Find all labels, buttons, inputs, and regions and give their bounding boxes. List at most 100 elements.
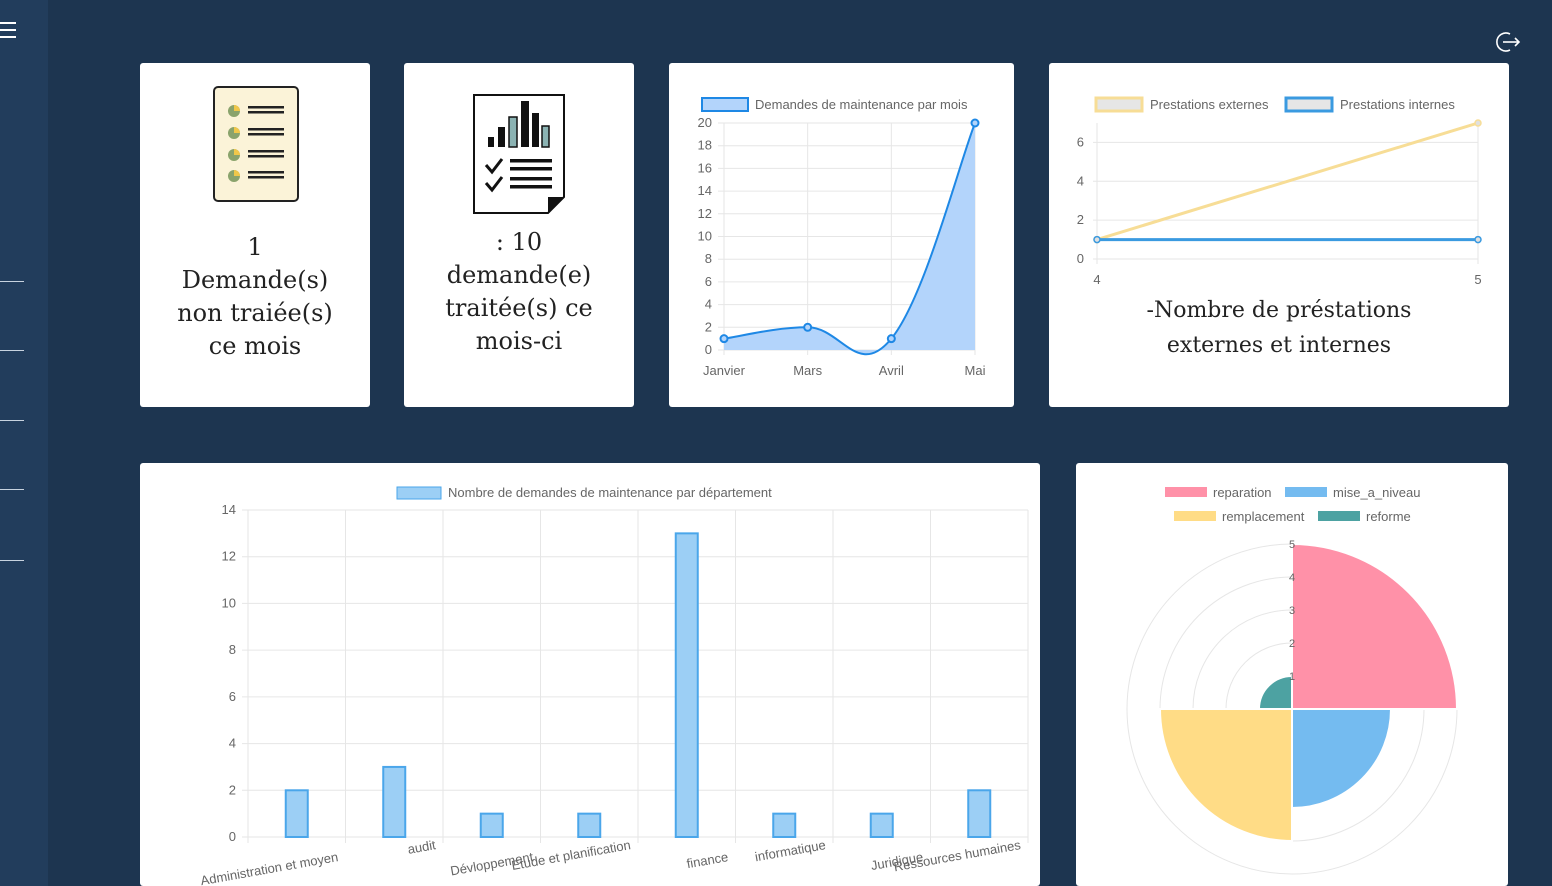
x-tick-label: Administration et moyen bbox=[199, 849, 339, 886]
intervention-types-chart: 1 2 3 4 5 reparation mise_a_niveau remplacement… bbox=[1126, 485, 1459, 875]
legend-label: reparation bbox=[1213, 485, 1272, 500]
x-tick-label: Etude et planification bbox=[510, 837, 631, 873]
x-tick-label: Janvier bbox=[703, 363, 746, 378]
y-tick-label: 6 bbox=[705, 274, 712, 289]
legend-label: Prestations internes bbox=[1340, 97, 1455, 112]
legend-swatch bbox=[1318, 511, 1360, 521]
legend-swatch bbox=[701, 97, 749, 112]
y-tick-label: 0 bbox=[1077, 251, 1084, 266]
legend-label: Nombre de demandes de maintenance par dé… bbox=[448, 485, 772, 500]
r-tick-label: 2 bbox=[1289, 638, 1295, 650]
r-tick-label: 4 bbox=[1289, 572, 1295, 584]
y-tick-label: 14 bbox=[698, 183, 712, 198]
x-tick-label: Avril bbox=[879, 363, 904, 378]
treated-label-2: traitée(s) ce bbox=[445, 294, 593, 322]
y-tick-label: 18 bbox=[698, 138, 712, 153]
legend-label: remplacement bbox=[1222, 509, 1305, 524]
x-tick-label: Ressources humaines bbox=[892, 837, 1022, 874]
department-requests-chart-card: 0 2 4 6 8 10 12 14 Administration et moyen audit D… bbox=[140, 463, 1040, 886]
intervention-types-chart-card: 1 2 3 4 5 reparation mise_a_niveau remplacement… bbox=[1076, 463, 1508, 886]
prestations-caption-2: externes et internes bbox=[1166, 333, 1392, 358]
legend-label: Prestations externes bbox=[1150, 97, 1269, 112]
bar bbox=[674, 532, 699, 838]
sidebar-item-5[interactable] bbox=[0, 560, 24, 561]
y-tick-label: 2 bbox=[1077, 212, 1084, 227]
treated-count: : 10 bbox=[495, 228, 543, 256]
checklist-document-icon bbox=[213, 86, 299, 202]
logout-icon[interactable] bbox=[1495, 29, 1521, 55]
legend-label: reforme bbox=[1366, 509, 1411, 524]
y-tick-label: 6 bbox=[229, 689, 236, 704]
sidebar-item-4[interactable] bbox=[0, 489, 24, 490]
r-tick-label: 3 bbox=[1289, 605, 1295, 617]
legend-label: mise_a_niveau bbox=[1333, 485, 1420, 500]
bar bbox=[382, 765, 407, 838]
bar bbox=[284, 789, 309, 838]
y-tick-label: 8 bbox=[229, 642, 236, 657]
polar-segment bbox=[1158, 708, 1293, 843]
untreated-count: 1 bbox=[247, 233, 263, 261]
untreated-label-2: non traiée(s) bbox=[177, 299, 333, 327]
legend-swatch bbox=[1285, 487, 1327, 497]
legend-label: Demandes de maintenance par mois bbox=[755, 97, 968, 112]
polar-segment bbox=[1257, 674, 1293, 710]
legend-swatch bbox=[396, 486, 442, 500]
y-tick-label: 4 bbox=[229, 736, 236, 751]
data-point bbox=[970, 118, 980, 128]
data-point bbox=[803, 322, 813, 332]
legend-swatch bbox=[1165, 487, 1207, 497]
treated-label-3: mois-ci bbox=[475, 327, 563, 355]
y-tick-label: 0 bbox=[229, 829, 236, 844]
y-tick-label: 2 bbox=[705, 319, 712, 334]
data-point bbox=[886, 334, 896, 344]
y-tick-label: 4 bbox=[705, 297, 712, 312]
x-tick-label: 4 bbox=[1093, 272, 1100, 287]
bar bbox=[869, 812, 894, 838]
bar bbox=[577, 812, 602, 838]
data-point bbox=[1474, 119, 1482, 127]
sidebar-item-1[interactable] bbox=[0, 281, 24, 282]
legend-swatch bbox=[1284, 96, 1334, 113]
y-tick-label: 12 bbox=[698, 206, 712, 221]
polar-segment bbox=[1291, 708, 1393, 810]
untreated-label-3: ce mois bbox=[208, 332, 302, 360]
x-tick-label: finance bbox=[685, 849, 729, 871]
bar bbox=[479, 812, 504, 838]
hamburger-menu-icon[interactable] bbox=[0, 22, 16, 40]
y-tick-label: 0 bbox=[705, 342, 712, 357]
y-tick-label: 10 bbox=[698, 229, 712, 244]
untreated-label-1: Demande(s) bbox=[181, 266, 329, 294]
y-tick-label: 8 bbox=[705, 251, 712, 266]
legend-swatch bbox=[1094, 96, 1144, 113]
untreated-requests-card: 1 Demande(s) non traiée(s) ce mois bbox=[140, 63, 370, 407]
r-tick-label: 1 bbox=[1289, 671, 1295, 683]
y-tick-label: 4 bbox=[1077, 173, 1084, 188]
polar-segment bbox=[1291, 542, 1459, 710]
bar bbox=[967, 789, 992, 838]
report-chart-document-icon bbox=[473, 94, 565, 214]
y-tick-label: 12 bbox=[222, 549, 236, 564]
data-point bbox=[719, 334, 729, 344]
data-point bbox=[1093, 235, 1101, 244]
prestations-chart-card: 0 2 4 6 4 5 Prestations externes Prestations in… bbox=[1049, 63, 1509, 407]
prestations-caption-1: -Nombre de préstations bbox=[1146, 298, 1412, 323]
sidebar-item-3[interactable] bbox=[0, 420, 24, 421]
x-tick-label: 5 bbox=[1474, 272, 1481, 287]
x-tick-label: Mai bbox=[965, 363, 986, 378]
y-tick-label: 16 bbox=[698, 160, 712, 175]
sidebar-item-2[interactable] bbox=[0, 350, 24, 351]
y-tick-label: 14 bbox=[222, 502, 236, 517]
legend-swatch bbox=[1174, 511, 1216, 521]
monthly-requests-chart: 0 2 4 6 8 10 12 14 16 18 20 Janvier Mars Avril Mai Dema… bbox=[698, 97, 986, 378]
treated-requests-card: : 10 demande(e) traitée(s) ce mois-ci bbox=[404, 63, 634, 407]
sidebar bbox=[0, 0, 48, 886]
data-point bbox=[1474, 235, 1482, 244]
treated-label-1: demande(e) bbox=[446, 261, 592, 289]
y-tick-label: 20 bbox=[698, 115, 712, 130]
bar bbox=[772, 812, 797, 838]
prestations-chart: 0 2 4 6 4 5 Prestations externes Prestations in… bbox=[1077, 96, 1482, 287]
department-requests-chart: 02468101214Administration et moyenauditD… bbox=[199, 485, 1029, 886]
y-tick-label: 10 bbox=[222, 595, 236, 610]
x-tick-label: audit bbox=[406, 837, 437, 857]
y-tick-label: 2 bbox=[229, 782, 236, 797]
